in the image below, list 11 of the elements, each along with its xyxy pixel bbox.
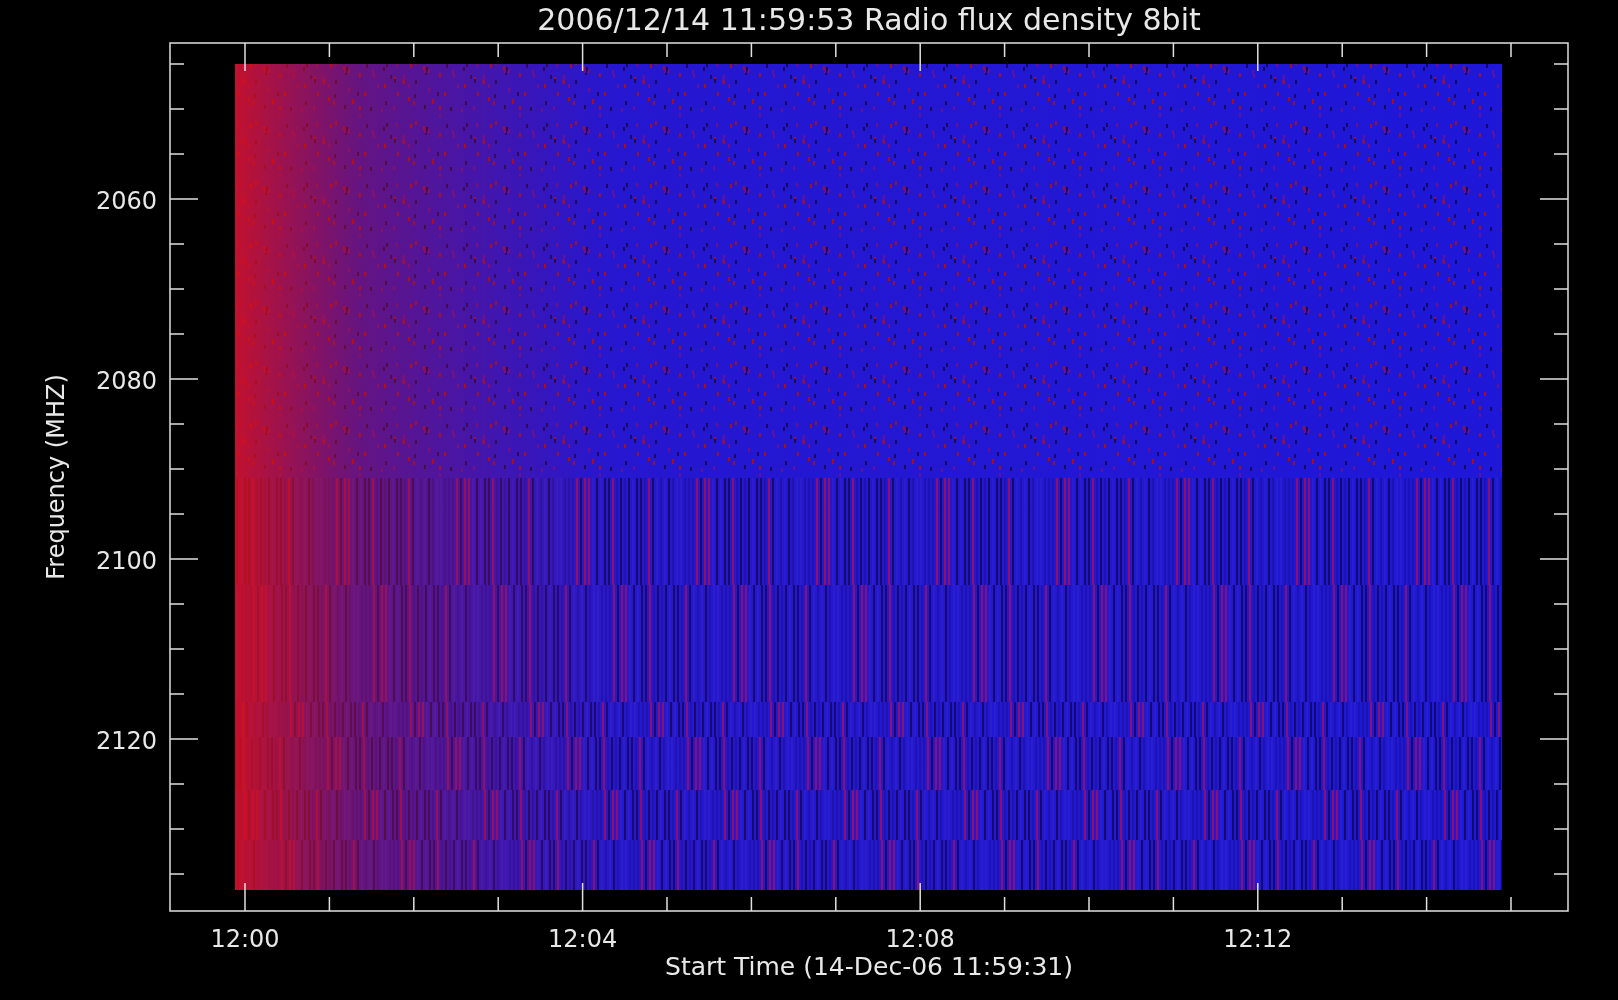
y-axis-label: Frequency (MHZ)	[42, 374, 70, 580]
y-tick-label: 2100	[95, 547, 157, 575]
y-tick-label: 2080	[95, 367, 157, 395]
plot-title: 2006/12/14 11:59:53 Radio flux density 8bit	[537, 2, 1201, 37]
x-tick-label: 12:12	[1223, 925, 1293, 953]
x-tick-label: 12:08	[885, 925, 955, 953]
x-tick-label: 12:00	[210, 925, 280, 953]
y-tick-label: 2120	[95, 727, 157, 755]
y-tick-label: 2060	[95, 187, 157, 215]
x-tick-label: 12:04	[548, 925, 618, 953]
x-axis-label: Start Time (14-Dec-06 11:59:31)	[665, 952, 1073, 981]
